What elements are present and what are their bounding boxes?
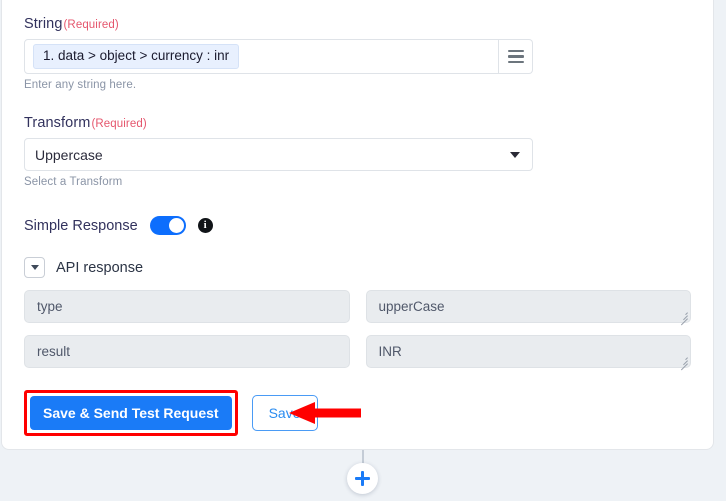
annotation-arrow xyxy=(289,402,361,424)
chevron-glyph xyxy=(30,265,39,270)
transform-field-group: Transform(Required) Uppercase Select a T… xyxy=(24,115,691,188)
simple-response-row: Simple Response i xyxy=(24,216,691,235)
api-response-key[interactable]: type xyxy=(24,290,350,323)
simple-response-label: Simple Response xyxy=(24,217,138,234)
transform-field-label: Transform(Required) xyxy=(24,115,691,131)
api-response-row: type upperCase xyxy=(24,290,691,326)
api-response-value-text: upperCase xyxy=(378,299,445,314)
api-response-value[interactable]: upperCase xyxy=(365,290,691,326)
chevron-down-icon xyxy=(510,151,520,158)
hamburger-bar-3 xyxy=(507,60,524,64)
hamburger-icon[interactable] xyxy=(499,39,533,74)
transform-required-tag: (Required) xyxy=(91,118,147,130)
api-response-header: API response xyxy=(24,257,691,278)
hamburger-bar-2 xyxy=(507,55,524,58)
transform-selected-value: Uppercase xyxy=(35,146,103,163)
transform-select[interactable]: Uppercase xyxy=(24,138,533,171)
transform-label-text: Transform xyxy=(24,115,91,131)
toggle-knob xyxy=(168,218,184,233)
api-response-key[interactable]: result xyxy=(24,335,350,368)
resize-handle-icon[interactable] xyxy=(679,311,688,326)
string-input-row: 1. data > object > currency : inr xyxy=(24,39,533,74)
api-response-value[interactable]: INR xyxy=(365,335,691,371)
resize-handle-icon[interactable] xyxy=(679,356,688,371)
api-response-row: result INR xyxy=(24,335,691,371)
primary-button-highlight: Save & Send Test Request xyxy=(24,390,238,436)
data-token-chip[interactable]: 1. data > object > currency : inr xyxy=(33,44,240,69)
api-response-value-text: INR xyxy=(378,344,402,359)
hamburger-bar-1 xyxy=(507,49,524,53)
info-icon[interactable]: i xyxy=(197,218,213,233)
save-and-send-test-request-button[interactable]: Save & Send Test Request xyxy=(30,396,232,430)
workflow-step-card: String(Required) 1. data > object > curr… xyxy=(1,0,714,450)
simple-response-toggle[interactable] xyxy=(149,216,186,235)
api-response-section: API response type upperCase result INR xyxy=(24,257,691,371)
add-step-button[interactable] xyxy=(347,463,378,494)
string-label-text: String xyxy=(24,16,63,32)
string-input[interactable]: 1. data > object > currency : inr xyxy=(24,39,499,74)
string-helper-text: Enter any string here. xyxy=(24,79,137,91)
string-required-tag: (Required) xyxy=(63,19,119,31)
string-field-group: String(Required) 1. data > object > curr… xyxy=(24,16,691,91)
plus-icon-vertical xyxy=(360,471,365,486)
string-field-label: String(Required) xyxy=(24,16,691,32)
api-response-title: API response xyxy=(56,259,144,276)
chevron-down-icon[interactable] xyxy=(24,257,45,278)
transform-helper-text: Select a Transform xyxy=(24,176,123,188)
